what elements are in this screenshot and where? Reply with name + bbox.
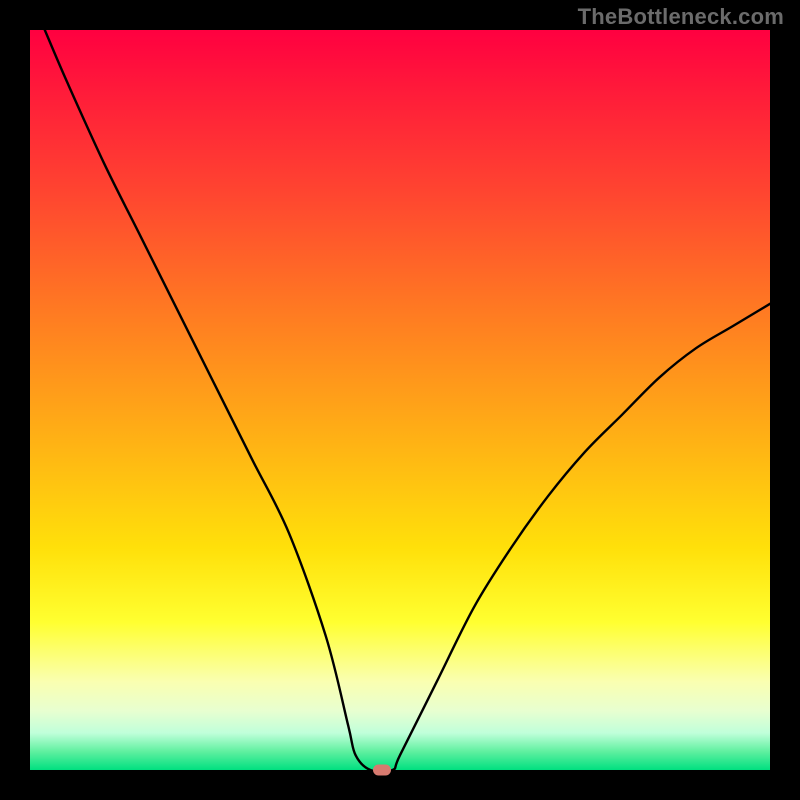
chart-frame: TheBottleneck.com [0,0,800,800]
minimum-marker [373,765,391,776]
plot-area [30,30,770,770]
watermark-text: TheBottleneck.com [578,4,784,30]
bottleneck-curve [30,30,770,770]
